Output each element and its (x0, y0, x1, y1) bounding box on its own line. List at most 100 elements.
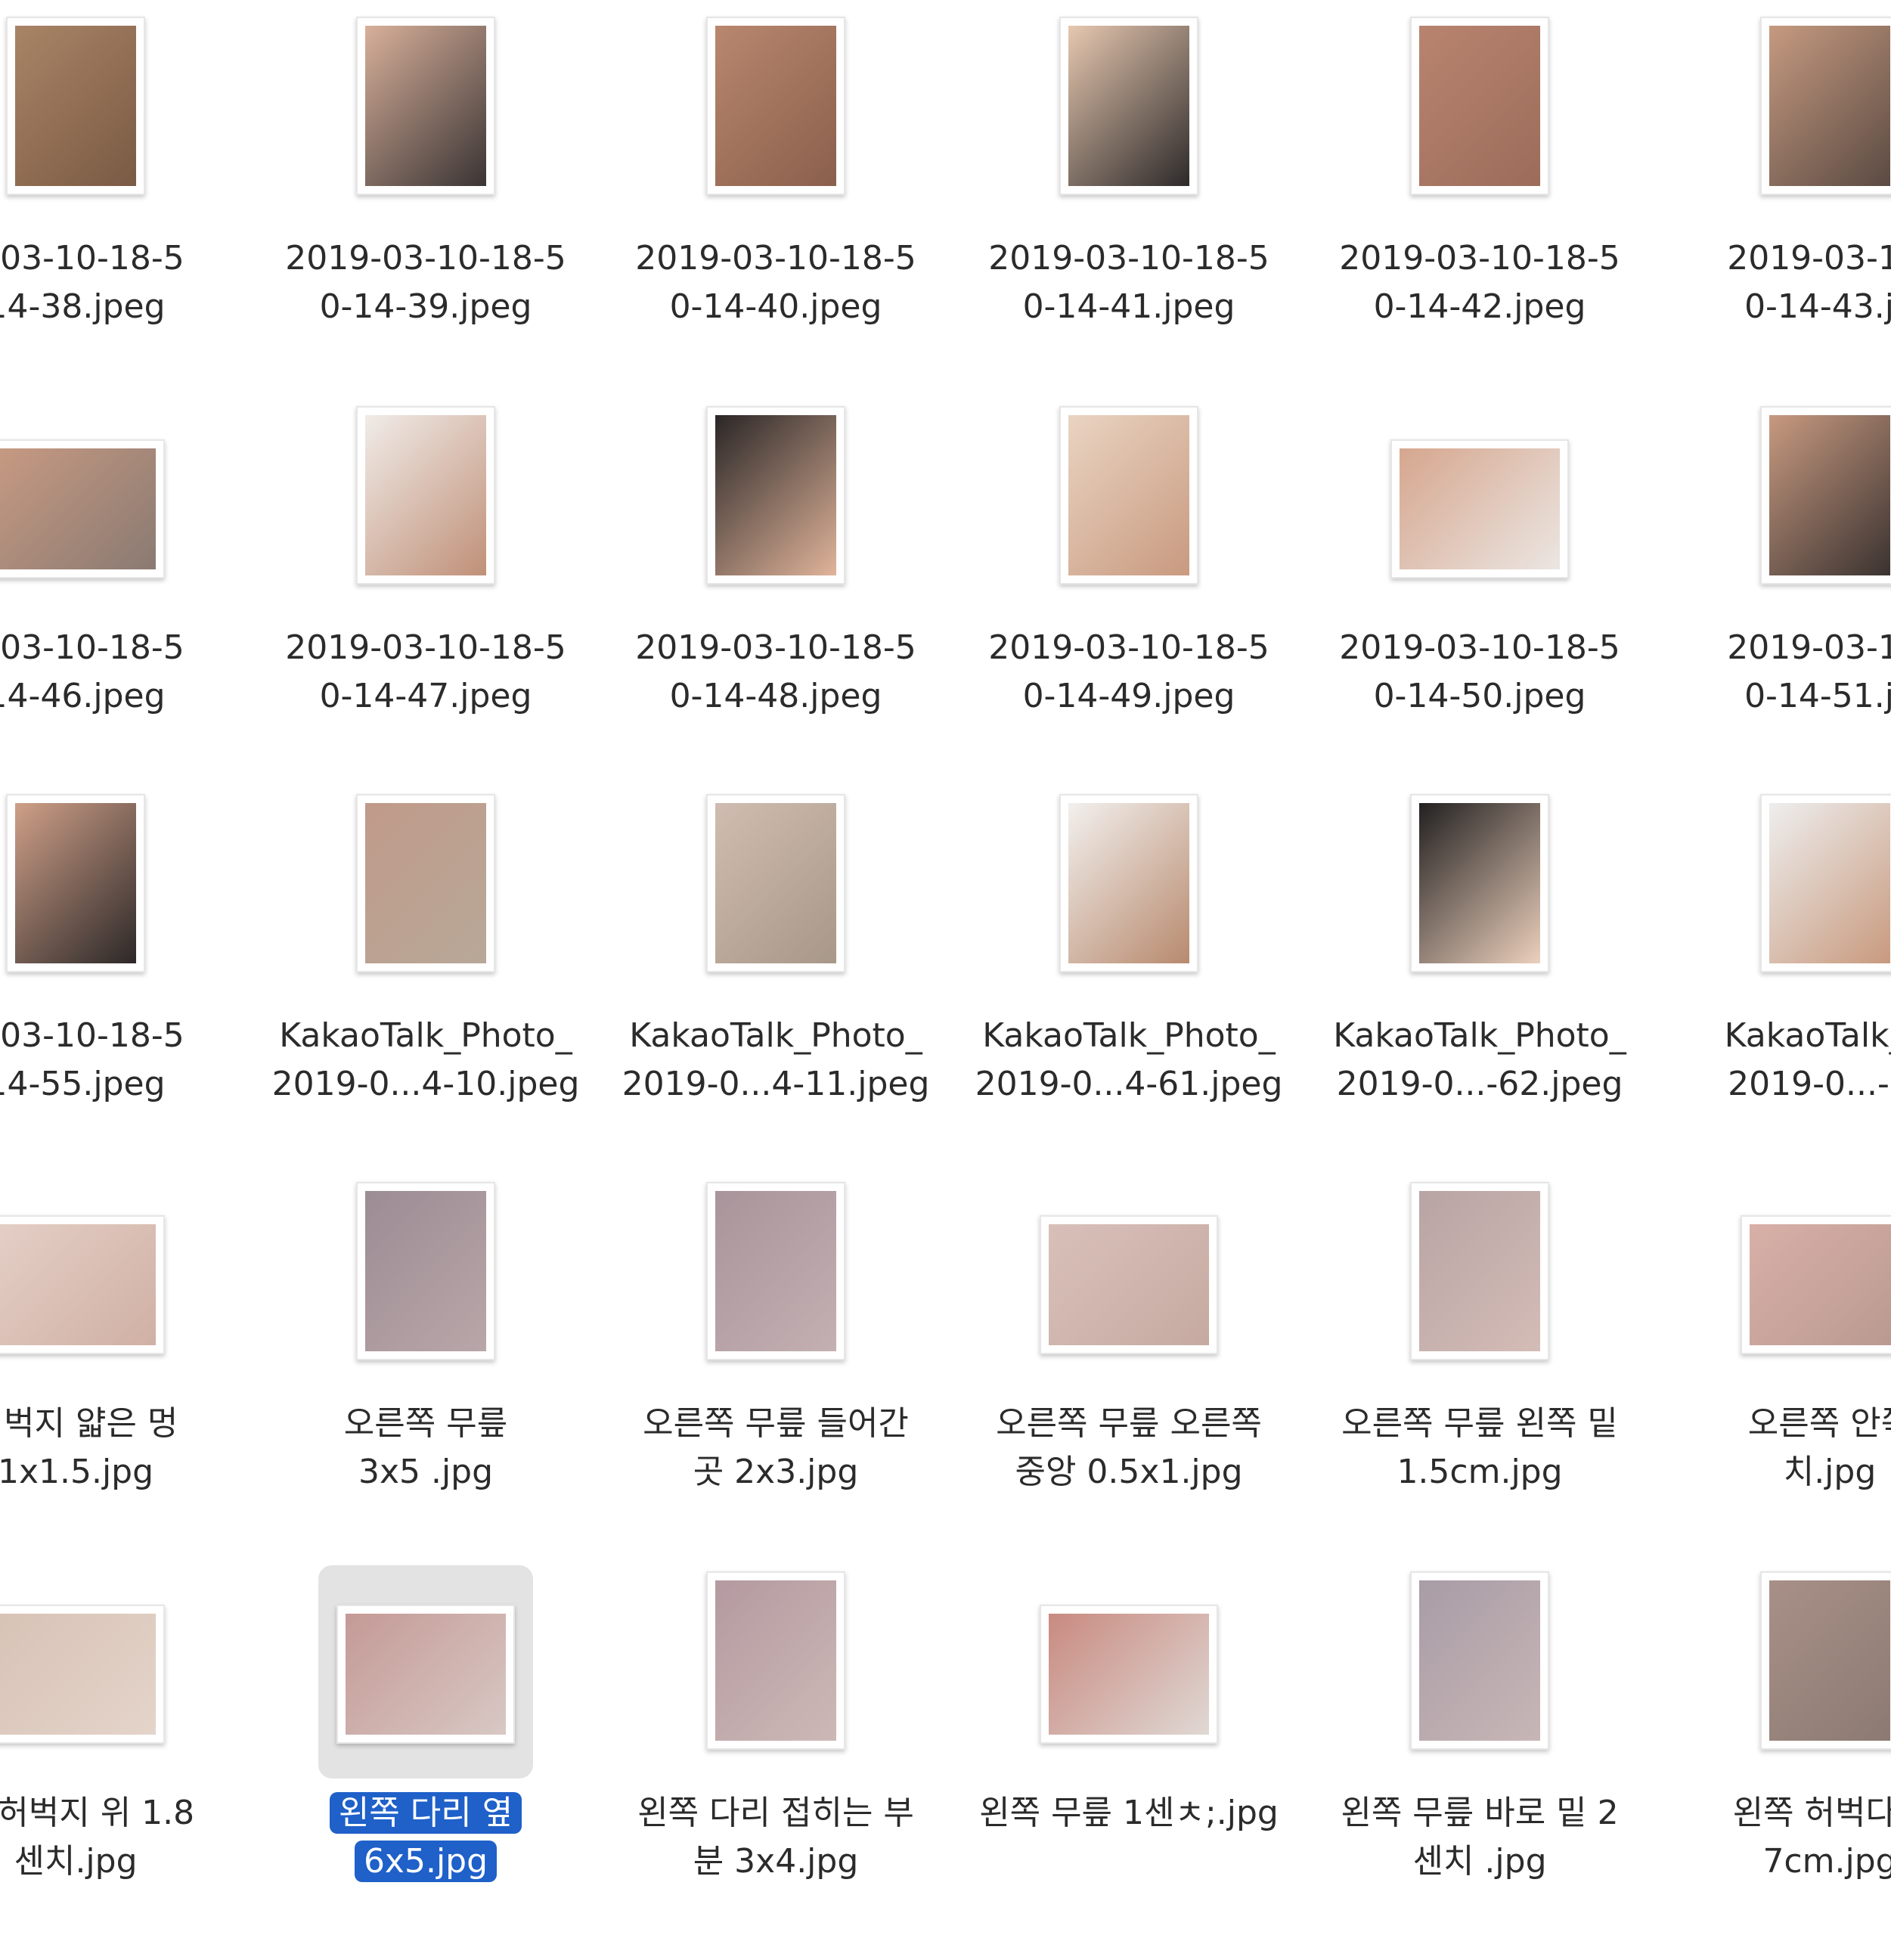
file-item[interactable]: 오른쪽 무릎 오른쪽 중앙 0.5x1.jpg (970, 1182, 1288, 1571)
file-item[interactable]: 오른쪽 안쪽치.jpg (1671, 1182, 1891, 1571)
photo-thumbnail-icon[interactable] (1410, 1182, 1549, 1360)
file-item[interactable]: 2019-03-10- 0-14-51.jp (1671, 406, 1891, 795)
file-name-label: KakaoTalk_Pl 2019-0...-63 (1626, 1012, 1891, 1109)
file-item[interactable]: 9-03-10-18-5 14-55.jpeg (0, 794, 234, 1183)
photo-thumbnail-icon[interactable] (1760, 794, 1891, 972)
file-item[interactable]: 왼쪽 허벅다리 7cm.jpg (1671, 1571, 1891, 1960)
photo-thumbnail-icon[interactable] (6, 794, 145, 972)
file-name-line: 2019-0...4-11.jpeg (622, 1065, 930, 1103)
photo-thumbnail-icon[interactable] (1760, 406, 1891, 585)
file-name-line: 14-46.jpeg (0, 677, 166, 715)
photo-thumbnail-icon[interactable] (1410, 1571, 1549, 1750)
file-name-line: 오른쪽 무릎 (343, 1404, 508, 1443)
file-item[interactable]: 2019-03-10-18-5 0-14-47.jpeg (267, 406, 584, 795)
photo-thumbnail-icon[interactable] (1741, 1215, 1891, 1354)
photo-thumbnail-icon[interactable] (706, 1182, 845, 1360)
file-item[interactable]: 9-03-10-18-5 14-38.jpeg (0, 17, 234, 405)
file-name-line: 2019-0...4-10.jpeg (271, 1065, 580, 1103)
file-item[interactable]: 2019-03-10-18-5 0-14-39.jpeg (267, 17, 584, 405)
photo-preview (1419, 803, 1540, 963)
photo-thumbnail-icon[interactable] (706, 794, 845, 972)
photo-thumbnail-icon[interactable] (1410, 17, 1549, 195)
file-name-line: 14-38.jpeg (0, 287, 166, 326)
file-name-label: 오른쪽 무릎 왼쪽 밑 1.5cm.jpg (1276, 1400, 1684, 1496)
file-icon-grid: 9-03-10-18-5 14-38.jpeg 2019-03-10-18-5 0-1… (0, 0, 1891, 1890)
file-item[interactable]: 오른쪽 무릎 왼쪽 밑 1.5cm.jpg (1321, 1182, 1638, 1571)
file-item[interactable]: 2019-03-10-18-5 0-14-40.jpeg (617, 17, 935, 405)
photo-thumbnail-icon[interactable] (1760, 17, 1891, 195)
file-name-label: 2019-03-10-18-5 0-14-39.jpeg (222, 234, 630, 331)
photo-thumbnail-icon[interactable] (336, 1605, 515, 1744)
photo-thumbnail-icon[interactable] (1059, 406, 1198, 585)
photo-preview (715, 1191, 836, 1351)
file-item[interactable]: 9-03-10-18-5 14-46.jpeg (0, 406, 234, 795)
file-item[interactable]: KakaoTalk_Photo_ 2019-0...4-11.jpeg (617, 794, 935, 1183)
file-name-line: 허벅지 얇은 멍 (0, 1404, 178, 1443)
file-name-label: KakaoTalk_Photo_ 2019-0...4-61.jpeg (925, 1012, 1333, 1109)
file-item[interactable]: 2019-03-10-18-5 0-14-42.jpeg (1321, 17, 1638, 405)
photo-thumbnail-icon[interactable] (1059, 794, 1198, 972)
file-item[interactable]: 왼쪽 무릎 바로 밑 2 센치 .jpg (1321, 1571, 1638, 1960)
photo-thumbnail-icon[interactable] (1390, 439, 1569, 578)
file-item[interactable]: 오른쪽 무릎 3x5 .jpg (267, 1182, 584, 1571)
file-name-line: 0-14-51.jp (1744, 677, 1891, 715)
file-name-line: KakaoTalk_Photo_ (629, 1016, 922, 1055)
file-name-line: 2019-0...-62.jpeg (1336, 1065, 1623, 1103)
file-name-line: 9-03-10-18-5 (0, 1016, 184, 1055)
photo-preview (1769, 1580, 1890, 1741)
file-item[interactable]: 2019-03-10-18-5 0-14-41.jpeg (970, 17, 1288, 405)
file-name-label: KakaoTalk_Photo_ 2019-0...4-10.jpeg (222, 1012, 630, 1109)
file-name-label: 왼쪽 허벅다리 7cm.jpg (1626, 1789, 1891, 1886)
photo-preview (1049, 1224, 1209, 1345)
file-item[interactable]: 2019-03-10-18-5 0-14-48.jpeg (617, 406, 935, 795)
file-item[interactable]: KakaoTalk_Photo_ 2019-0...-62.jpeg (1321, 794, 1638, 1183)
photo-thumbnail-icon[interactable] (0, 1215, 165, 1354)
photo-thumbnail-icon[interactable] (0, 1605, 165, 1744)
photo-thumbnail-icon[interactable] (356, 406, 495, 585)
file-item[interactable]: KakaoTalk_Photo_ 2019-0...4-61.jpeg (970, 794, 1288, 1183)
photo-thumbnail-icon[interactable] (1760, 1571, 1891, 1750)
photo-thumbnail-icon[interactable] (706, 406, 845, 585)
file-name-line: 2019-03-10- (1727, 628, 1891, 667)
file-item[interactable]: 오른쪽 무릎 들어간 곳 2x3.jpg (617, 1182, 935, 1571)
photo-thumbnail-icon[interactable] (356, 794, 495, 972)
photo-preview (1419, 1580, 1540, 1741)
file-name-line: 3x5 .jpg (358, 1453, 494, 1491)
file-item[interactable]: 왼쪽 무릎 1센ㅊ;.jpg (970, 1571, 1288, 1960)
photo-thumbnail-icon[interactable] (1059, 17, 1198, 195)
photo-preview (365, 26, 486, 186)
photo-thumbnail-icon[interactable] (1410, 794, 1549, 972)
photo-thumbnail-icon[interactable] (6, 17, 145, 195)
file-name-line: 2019-03-10-18-5 (285, 239, 566, 278)
file-name-label: 2019-03-10-18-5 0-14-42.jpeg (1276, 234, 1684, 331)
file-item[interactable]: KakaoTalk_Photo_ 2019-0...4-10.jpeg (267, 794, 584, 1183)
file-name-line: 0-14-50.jpeg (1373, 677, 1586, 715)
photo-preview (715, 803, 836, 963)
photo-preview (15, 803, 136, 963)
photo-thumbnail-icon[interactable] (356, 17, 495, 195)
file-name-line: 치.jpg (1783, 1453, 1877, 1491)
photo-thumbnail-icon[interactable] (1040, 1215, 1218, 1354)
file-item[interactable]: 2019-03-10- 0-14-43.jp (1671, 17, 1891, 405)
photo-thumbnail-icon[interactable] (706, 1571, 845, 1750)
file-item[interactable]: 2019-03-10-18-5 0-14-49.jpeg (970, 406, 1288, 795)
file-item[interactable]: KakaoTalk_Pl 2019-0...-63 (1671, 794, 1891, 1183)
file-name-line: 2019-0...4-61.jpeg (975, 1065, 1283, 1103)
file-name-label: KakaoTalk_Photo_ 2019-0...4-11.jpeg (572, 1012, 980, 1109)
photo-thumbnail-icon[interactable] (706, 17, 845, 195)
file-item[interactable]: 허벅지 얇은 멍 1x1.5.jpg (0, 1182, 234, 1571)
file-name-line: 센치.jpg (14, 1842, 138, 1881)
file-item[interactable]: 왼쪽 다리 옆 6x5.jpg (267, 1565, 584, 1960)
photo-thumbnail-icon[interactable] (0, 439, 165, 578)
file-name-line: 1.5cm.jpg (1397, 1453, 1563, 1491)
file-item[interactable]: 왼쪽 다리 접히는 부분 3x4.jpg (617, 1571, 935, 1960)
file-name-label: 왼쪽 다리 접히는 부분 3x4.jpg (572, 1789, 980, 1886)
photo-preview (0, 1224, 156, 1345)
file-name-label: 2019-03-10- 0-14-43.jp (1626, 234, 1891, 331)
photo-thumbnail-icon[interactable] (1040, 1605, 1218, 1744)
file-name-line: 분 3x4.jpg (693, 1842, 859, 1881)
photo-thumbnail-icon[interactable] (356, 1182, 495, 1360)
file-name-line: 왼쪽 다리 접히는 부 (637, 1794, 914, 1832)
file-item[interactable]: 쪽 허벅지 위 1.8 센치.jpg (0, 1571, 234, 1960)
file-item[interactable]: 2019-03-10-18-5 0-14-50.jpeg (1321, 406, 1638, 795)
